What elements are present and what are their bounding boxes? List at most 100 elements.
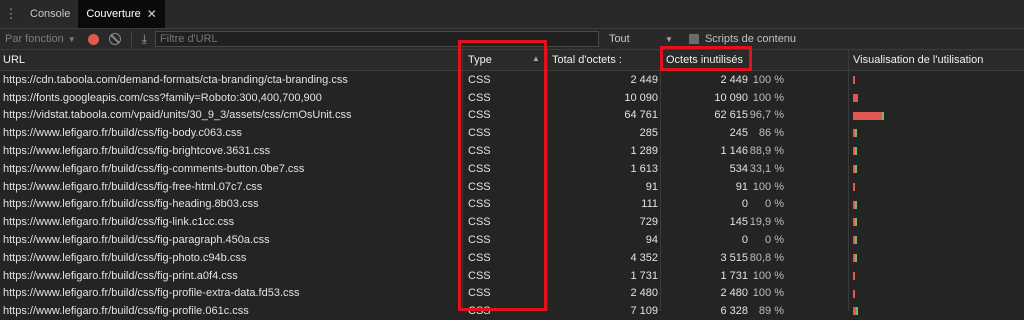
content-scripts-label: Scripts de contenu [704, 33, 797, 45]
row-total-bytes: 2 449 [630, 73, 658, 86]
row-url: https://www.lefigaro.fr/build/css/fig-he… [3, 198, 259, 211]
unused-bytes-highlight-box [660, 46, 752, 71]
unused-bytes-bar [853, 93, 858, 102]
used-bytes-bar [855, 129, 857, 138]
close-icon[interactable]: ✕ [147, 7, 157, 21]
row-url: https://cdn.taboola.com/demand-formats/c… [3, 73, 348, 86]
row-usage-bar [850, 285, 1024, 303]
row-unused-bytes: 145 [729, 216, 748, 229]
used-bytes-bar [882, 111, 884, 120]
column-header-url[interactable]: URL [3, 50, 459, 70]
tab-console[interactable]: Console [22, 0, 78, 28]
row-unused: 2 480 100 % [662, 285, 848, 303]
coverage-type-select[interactable]: Par fonction ▼ [0, 33, 76, 45]
row-unused-bytes: 0 [741, 234, 748, 247]
used-bytes-bar [855, 218, 857, 227]
scope-select-label: Tout [608, 33, 630, 45]
row-unused: 1 731 100 % [662, 267, 848, 285]
used-bytes-bar [855, 147, 857, 156]
row-unused: 91 100 % [662, 178, 848, 196]
row-unused: 245 86 % [662, 124, 848, 142]
row-usage-bar [850, 107, 1024, 125]
row-unused-bytes: 91 [735, 180, 748, 193]
column-header-total-bytes[interactable]: Total d'octets : [548, 50, 662, 70]
row-unused-percent: 80,8 % [749, 251, 784, 264]
tab-console-label: Console [30, 8, 71, 20]
row-total-bytes: 91 [645, 180, 658, 193]
row-unused-bytes: 3 515 [720, 251, 748, 264]
coverage-type-select-label: Par fonction [5, 33, 64, 45]
row-unused-bytes: 534 [729, 162, 748, 175]
row-total-bytes: 1 613 [630, 162, 658, 175]
row-unused: 0 0 % [662, 231, 848, 249]
row-usage-bar [850, 142, 1024, 160]
row-total-bytes: 285 [639, 127, 658, 140]
row-unused-bytes: 1 731 [720, 269, 748, 282]
column-divider [660, 50, 661, 311]
row-unused-percent: 96,7 % [749, 109, 784, 122]
row-unused-bytes: 10 090 [714, 91, 748, 104]
row-usage-bar [850, 213, 1024, 231]
row-url: https://www.lefigaro.fr/build/css/fig-br… [3, 145, 271, 158]
row-unused-percent: 100 % [752, 287, 784, 300]
row-usage-bar [850, 231, 1024, 249]
used-bytes-bar [855, 200, 857, 209]
tab-coverage-label: Couverture [86, 8, 141, 20]
row-total-bytes: 10 090 [624, 91, 658, 104]
row-total-bytes: 111 [641, 198, 658, 211]
more-options-icon[interactable]: ⋮ [0, 6, 22, 22]
row-unused-percent: 100 % [752, 91, 784, 104]
row-unused-bytes: 62 615 [714, 109, 748, 122]
row-unused-bytes: 6 328 [720, 305, 748, 318]
chevron-down-icon: ▼ [665, 34, 673, 44]
row-total-bytes: 94 [645, 234, 658, 247]
row-url: https://www.lefigaro.fr/build/css/fig-pa… [3, 234, 270, 247]
content-scripts-checkbox[interactable] [688, 34, 699, 44]
row-unused-percent: 86 % [758, 127, 784, 140]
row-url: https://www.lefigaro.fr/build/css/fig-ph… [3, 251, 247, 264]
tab-coverage[interactable]: Couverture ✕ [78, 0, 165, 28]
row-usage-bar [850, 71, 1024, 89]
row-unused: 2 449 100 % [662, 71, 848, 89]
row-total-bytes: 729 [639, 216, 658, 229]
column-header-usage-visualization[interactable]: Visualisation de l'utilisation [850, 50, 1024, 70]
row-unused: 6 328 89 % [662, 302, 848, 320]
row-url: https://www.lefigaro.fr/build/css/fig-li… [3, 216, 235, 229]
clear-icon[interactable] [108, 33, 121, 45]
row-total-bytes: 2 480 [630, 287, 658, 300]
row-usage-bar [850, 89, 1024, 107]
row-unused-percent: 33,1 % [749, 162, 784, 175]
row-url: https://vidstat.taboola.com/vpaid/units/… [3, 109, 352, 122]
row-total-bytes: 4 352 [630, 251, 658, 264]
unused-bytes-bar [853, 76, 855, 84]
record-icon[interactable] [87, 33, 99, 45]
row-usage-bar [850, 267, 1024, 285]
used-bytes-bar [855, 253, 857, 262]
unused-bytes-bar [853, 182, 855, 191]
row-unused-bytes: 245 [729, 127, 748, 140]
used-bytes-bar [855, 236, 857, 245]
column-divider [547, 50, 548, 311]
row-usage-bar [850, 196, 1024, 214]
row-unused-percent: 100 % [752, 73, 784, 86]
row-url: https://www.lefigaro.fr/build/css/fig-pr… [3, 269, 238, 282]
row-unused-percent: 19,9 % [749, 216, 784, 229]
scope-select[interactable]: Tout ▼ [609, 33, 673, 45]
row-total-bytes: 7 109 [630, 305, 658, 318]
unused-bytes-bar [853, 111, 882, 120]
row-unused-percent: 100 % [752, 180, 784, 193]
row-unused: 1 146 88,9 % [662, 142, 848, 160]
unused-bytes-bar [853, 289, 855, 298]
row-unused: 534 33,1 % [662, 160, 848, 178]
row-url: https://www.lefigaro.fr/build/css/fig-co… [3, 162, 305, 175]
used-bytes-bar [856, 307, 858, 316]
row-unused-percent: 0 % [765, 198, 784, 211]
row-url: https://www.lefigaro.fr/build/css/fig-bo… [3, 127, 242, 140]
row-total-bytes: 1 731 [630, 269, 658, 282]
row-usage-bar [850, 302, 1024, 320]
row-url: https://www.lefigaro.fr/build/css/fig-fr… [3, 180, 263, 193]
download-icon[interactable]: ⤓ [142, 32, 147, 47]
row-usage-bar [850, 124, 1024, 142]
row-unused: 3 515 80,8 % [662, 249, 848, 267]
row-unused-percent: 89 % [758, 305, 784, 318]
